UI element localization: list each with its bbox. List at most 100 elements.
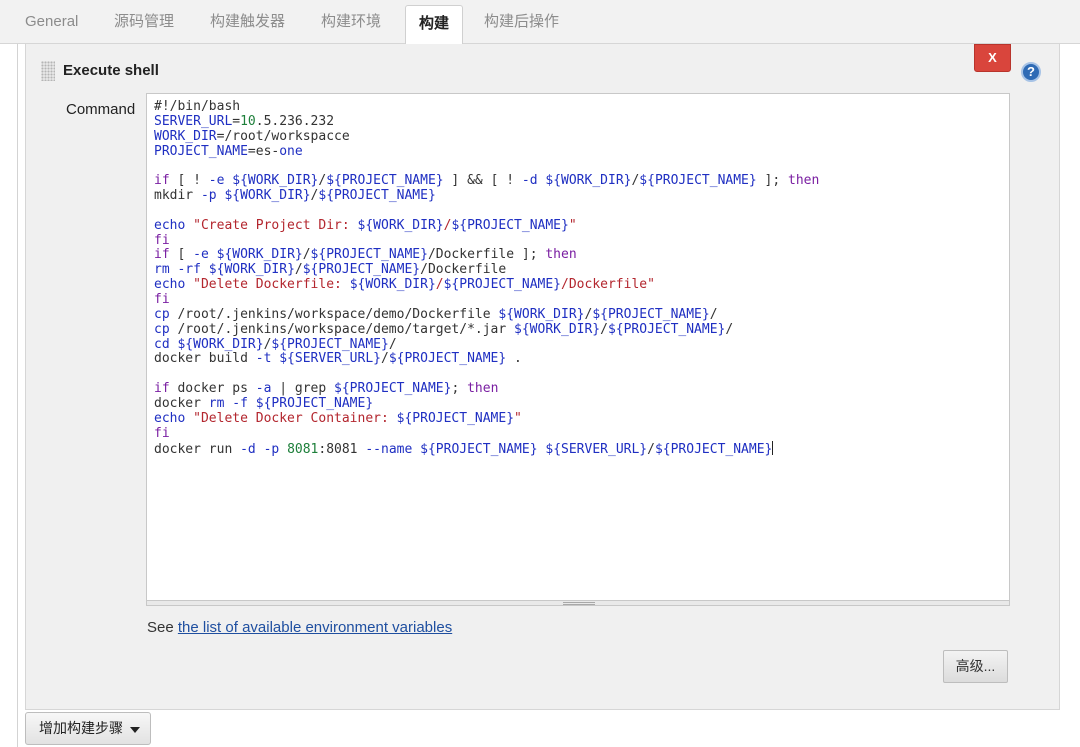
code-token: rm (208, 395, 225, 411)
code-token: if (154, 381, 170, 397)
env-vars-hint: See the list of available environment va… (147, 619, 452, 636)
code-token: " (568, 217, 577, 233)
code-token: / (294, 262, 303, 278)
resize-grip-icon[interactable] (563, 602, 595, 605)
code-token: / (709, 306, 718, 322)
code-line: #!/bin/bash (154, 99, 819, 115)
code-token: -d (521, 173, 538, 189)
step-title: Execute shell (63, 62, 159, 79)
code-token: =es- (247, 143, 280, 159)
tab-build-environment[interactable]: 构建环境 (321, 0, 381, 44)
tab-general[interactable]: General (25, 0, 78, 44)
code-token: one (279, 143, 303, 159)
editor-resize-bar[interactable] (146, 600, 1010, 606)
command-editor[interactable]: #!/bin/bash SERVER_URL=10.5.236.232 WORK_D… (146, 93, 1010, 601)
code-token: ${PROJECT_NAME} (388, 351, 507, 367)
code-line: docker run -d -p 8081:8081 --name ${PROJ… (154, 441, 819, 458)
code-token: ${PROJECT_NAME} (396, 410, 515, 426)
code-token: echo (154, 277, 186, 293)
tab-post-build-actions[interactable]: 构建后操作 (484, 0, 559, 44)
code-token: docker ps (169, 381, 256, 397)
code-token: / (388, 336, 397, 352)
code-token: ${WORK_DIR} (208, 262, 295, 278)
code-token: echo (154, 410, 186, 426)
code-token: ${PROJECT_NAME} (310, 247, 428, 263)
code-token: --name (365, 442, 413, 458)
tab-build[interactable]: 构建 (405, 5, 464, 45)
code-line: docker build -t ${SERVER_URL}/${PROJECT_… (154, 351, 819, 367)
code-token: if (154, 173, 170, 189)
code-token: ${PROJECT_NAME} (607, 321, 726, 337)
code-token: / (302, 247, 311, 263)
tab-source-control[interactable]: 源码管理 (114, 0, 174, 44)
help-icon[interactable]: ? (1021, 62, 1041, 82)
code-token: ${PROJECT_NAME} (326, 173, 444, 189)
code-token: fi (154, 291, 170, 307)
code-token: / (380, 351, 389, 367)
text-cursor (772, 441, 774, 456)
code-token: ${WORK_DIR} (177, 336, 264, 352)
code-token: 8081 (287, 442, 319, 458)
tab-build-triggers[interactable]: 构建触发器 (210, 0, 285, 44)
add-build-step-button[interactable]: 增加构建步骤 (25, 712, 151, 745)
command-script[interactable]: #!/bin/bash SERVER_URL=10.5.236.232 WORK_D… (154, 99, 819, 458)
code-token: /Dockerfile ]; (427, 247, 546, 263)
code-token: . (506, 351, 522, 367)
code-line: cp /root/.jenkins/workspace/demo/Dockerf… (154, 306, 819, 323)
code-line: echo "Delete Dockerfile: ${WORK_DIR}/${P… (154, 277, 819, 293)
code-token: ${WORK_DIR} (224, 188, 311, 204)
code-token: #!/bin/bash (154, 99, 241, 114)
code-token: / (600, 321, 608, 337)
code-line: fi (154, 291, 819, 308)
code-token: -f (232, 395, 248, 411)
code-line: SERVER_URL=10.5.236.232 (154, 113, 819, 130)
code-token: -e (193, 247, 209, 263)
code-token: then (545, 247, 577, 263)
code-token: ${WORK_DIR} (216, 247, 303, 263)
code-token: .5.236.232 (255, 113, 335, 129)
code-token: /Dockerfile (420, 262, 507, 278)
code-token: /root/.jenkins/workspace/demo/target/*.j… (169, 321, 515, 337)
add-build-step-label: 增加构建步骤 (39, 720, 123, 736)
page-left-border (17, 44, 18, 747)
code-line: if docker ps -a | grep ${PROJECT_NAME}; … (154, 381, 819, 397)
code-token: PROJECT_NAME (154, 143, 248, 159)
code-token: ${WORK_DIR} (349, 277, 436, 293)
drag-handle-icon[interactable] (41, 61, 55, 81)
env-vars-link[interactable]: the list of available environment variab… (178, 619, 452, 636)
code-token: | grep (271, 381, 335, 397)
chevron-down-icon[interactable] (130, 727, 140, 733)
code-token: docker (154, 395, 209, 411)
code-token: ${PROJECT_NAME} (271, 336, 389, 352)
code-token: ${WORK_DIR} (498, 306, 585, 322)
code-token: cp (154, 321, 170, 337)
code-token: ${PROJECT_NAME} (318, 188, 436, 204)
code-token: ${WORK_DIR} (357, 217, 444, 233)
code-line: fi (154, 426, 819, 442)
code-token: [ ! (169, 173, 209, 189)
command-label: Command (66, 101, 136, 118)
code-line: docker rm -f ${PROJECT_NAME} (154, 395, 819, 412)
code-token: ${PROJECT_NAME} (654, 442, 773, 458)
code-token: -p (200, 188, 217, 204)
tab-bar: General 源码管理 构建触发器 构建环境 构建 构建后操作 (0, 0, 1080, 45)
code-token: / (725, 321, 734, 337)
code-token: docker build (154, 351, 256, 367)
code-line: mkdir -p ${WORK_DIR}/${PROJECT_NAME} (154, 188, 819, 204)
code-token: ${WORK_DIR} (232, 173, 319, 189)
code-token: WORK_DIR (154, 128, 217, 144)
delete-step-button[interactable]: X (974, 44, 1011, 72)
advanced-button[interactable]: 高级... (943, 650, 1008, 683)
code-line: WORK_DIR=/root/workspacce (154, 128, 819, 145)
code-token: ${WORK_DIR} (514, 321, 601, 337)
code-token: " (514, 410, 522, 426)
code-token: ${PROJECT_NAME} (334, 381, 452, 397)
